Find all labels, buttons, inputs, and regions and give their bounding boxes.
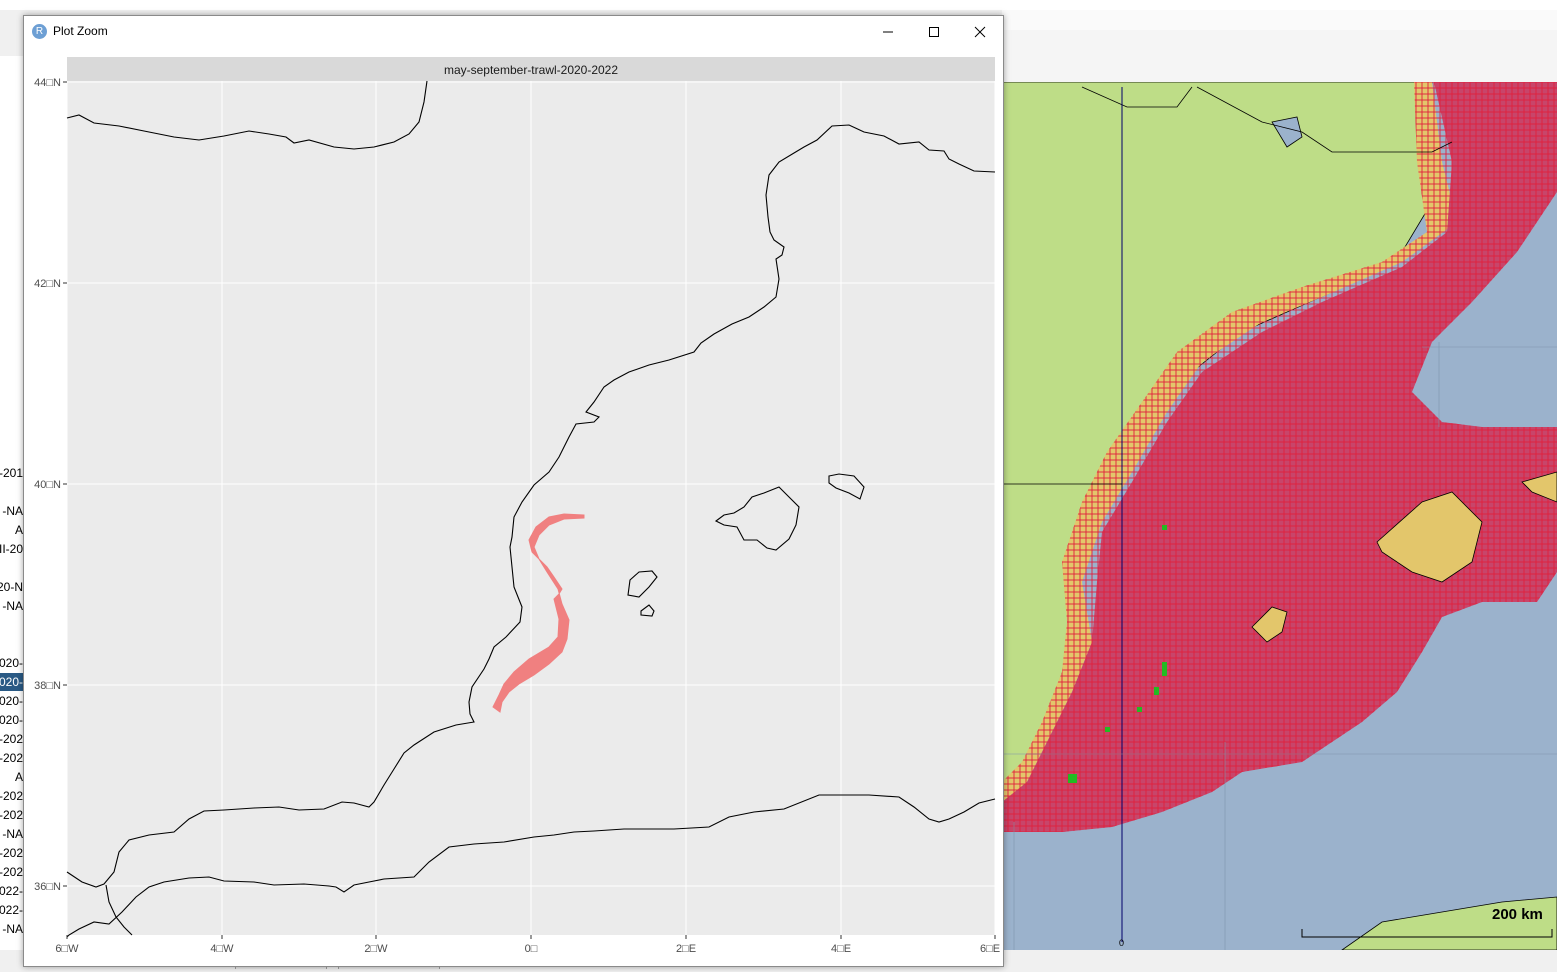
layer-list-item[interactable] — [0, 635, 23, 653]
layer-list-item[interactable]: -202 — [0, 787, 23, 805]
x-tick-label: 4□W — [210, 943, 234, 955]
x-tick-label: 6□E — [980, 943, 1000, 955]
y-tick-label: 38□N — [34, 680, 61, 692]
y-tick-label: 36□N — [34, 881, 61, 893]
x-tick-label: 0□ — [525, 943, 538, 955]
layer-list-item[interactable]: A — [0, 521, 23, 539]
minimize-button[interactable] — [865, 16, 911, 47]
layer-list-item[interactable] — [0, 616, 23, 634]
x-tick-label: 2□E — [676, 943, 696, 955]
layer-list-item[interactable]: 022- — [0, 882, 23, 900]
close-icon — [974, 26, 986, 37]
background-toolbar-strip — [1002, 10, 1557, 31]
x-axis: 6□W 4□W 2□W 0□ 2□E 4□E 6□E — [55, 935, 1000, 955]
layer-list-item[interactable]: 020- — [0, 654, 23, 672]
y-tick-label: 44□N — [34, 77, 61, 89]
layer-list-item[interactable]: -202 — [0, 806, 23, 824]
sample-point — [1154, 687, 1159, 695]
sample-point — [1137, 707, 1142, 712]
y-axis: 44□N 42□N 40□N 38□N 36□N — [34, 77, 67, 893]
background-map-canvas[interactable]: 200 km 0 — [1002, 82, 1557, 950]
scale-bar-label: 200 km — [1492, 906, 1543, 923]
layer-list-item[interactable]: -NA — [0, 502, 23, 520]
sample-point — [1105, 727, 1110, 732]
map-plot[interactable]: may-september-trawl-2020-2022 44□N 42□N … — [24, 47, 1003, 966]
facet-strip-label: may-september-trawl-2020-2022 — [444, 63, 618, 77]
layer-list-item[interactable]: 020- — [0, 711, 23, 729]
x-tick-label: 6□W — [55, 943, 79, 955]
layer-list-item[interactable] — [0, 559, 23, 577]
maximize-button[interactable] — [911, 16, 957, 47]
layer-list-item[interactable]: -202 — [0, 844, 23, 862]
x-tick-label: 2□W — [364, 943, 388, 955]
layer-list-item[interactable]: -202 — [0, 863, 23, 881]
layer-list-item[interactable]: II-20 — [0, 540, 23, 558]
background-layer-list[interactable]: -201-NAAII-2020-N-NA020-020-020-020--202… — [0, 56, 24, 972]
layer-list-item[interactable]: 020- — [0, 673, 23, 691]
layer-list-item[interactable]: -NA — [0, 597, 23, 615]
layer-list-item[interactable]: 020- — [0, 692, 23, 710]
background-top-bar — [0, 0, 1557, 10]
layer-list-item[interactable]: A — [0, 768, 23, 786]
layer-list-item[interactable] — [0, 483, 23, 501]
background-toolbar — [1002, 30, 1557, 83]
x-tick-label: 4□E — [831, 943, 851, 955]
sample-point — [1068, 774, 1077, 783]
layer-list-item[interactable]: -NA — [0, 920, 23, 938]
y-tick-label: 42□N — [34, 278, 61, 290]
plot-zoom-window[interactable]: R Plot Zoom may-september-trawl-2020-202… — [23, 15, 1004, 967]
maximize-icon — [929, 26, 939, 37]
minimize-icon — [883, 31, 893, 32]
meridian-axis-label: 0 — [1119, 938, 1124, 948]
window-titlebar[interactable]: R Plot Zoom — [24, 16, 1003, 47]
layer-list-item[interactable]: 20-N — [0, 578, 23, 596]
sample-point — [1162, 662, 1167, 676]
window-title: Plot Zoom — [53, 24, 108, 38]
layer-list-item[interactable]: -202 — [0, 749, 23, 767]
layer-list-item[interactable]: -NA — [0, 825, 23, 843]
sample-point — [1162, 525, 1167, 530]
r-logo-icon: R — [32, 24, 47, 39]
y-tick-label: 40□N — [34, 479, 61, 491]
layer-list-item[interactable]: -202 — [0, 730, 23, 748]
layer-list-item[interactable]: 022- — [0, 901, 23, 919]
close-button[interactable] — [957, 16, 1003, 47]
layer-list-item[interactable]: -201 — [0, 464, 23, 482]
